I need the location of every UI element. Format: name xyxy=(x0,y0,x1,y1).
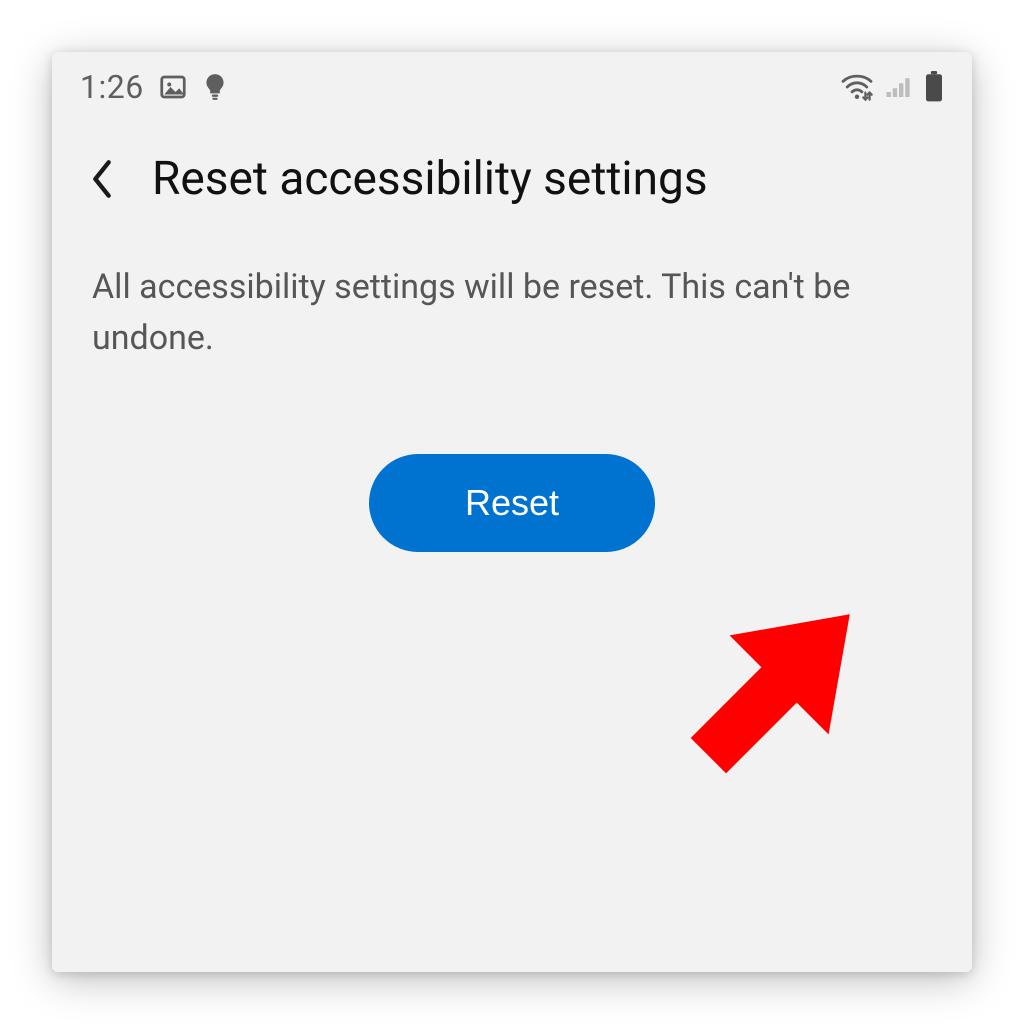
bulb-icon xyxy=(202,72,228,102)
action-row: Reset xyxy=(52,454,972,552)
status-time: 1:26 xyxy=(80,68,144,106)
signal-icon xyxy=(884,74,914,100)
stage: 1:26 xyxy=(0,0,1024,1024)
battery-icon xyxy=(924,71,944,103)
status-bar-right xyxy=(840,71,944,103)
phone-screen: 1:26 xyxy=(52,52,972,972)
title-bar: Reset accessibility settings xyxy=(52,122,972,226)
chevron-left-icon xyxy=(88,159,116,199)
status-bar-left: 1:26 xyxy=(80,68,228,106)
page-title: Reset accessibility settings xyxy=(152,152,708,206)
picture-icon xyxy=(158,72,188,102)
reset-button[interactable]: Reset xyxy=(369,454,655,552)
description-text: All accessibility settings will be reset… xyxy=(52,226,972,364)
wifi-icon xyxy=(840,73,874,101)
status-bar: 1:26 xyxy=(52,52,972,122)
pointer-arrow-annotation xyxy=(642,562,902,822)
back-button[interactable] xyxy=(80,157,124,201)
